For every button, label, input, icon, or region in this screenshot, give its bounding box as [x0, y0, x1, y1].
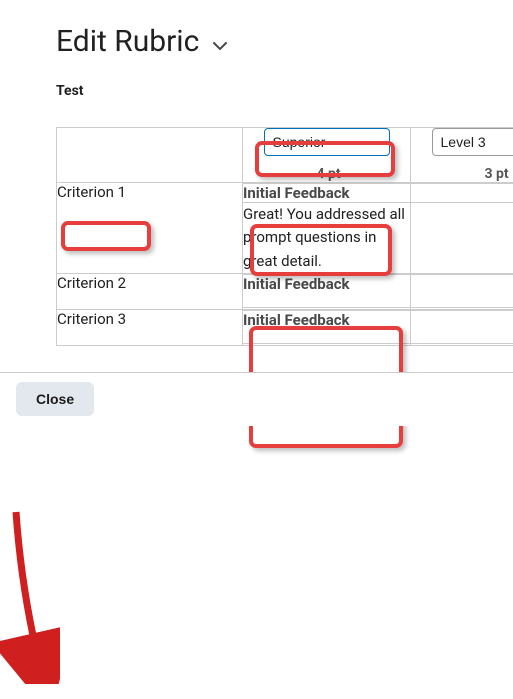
level-name-input-2[interactable]	[432, 128, 513, 156]
criterion-3-feedback-text-2[interactable]	[411, 344, 513, 346]
footer-bar: Close	[0, 372, 513, 426]
criterion-3-feedback-label-1: Initial Feedback	[243, 311, 411, 344]
level-header-1: 4 pt	[243, 128, 411, 183]
header-empty	[57, 128, 243, 183]
criterion-name-1: Criterion 1	[57, 183, 126, 201]
criterion-3-cell[interactable]: Criterion 3	[57, 309, 243, 345]
criterion-3-feedback-label-2	[411, 311, 513, 344]
criterion-1-feedback-label-1: Initial Feedback	[243, 184, 411, 203]
criterion-1-cell[interactable]: Criterion 1	[57, 183, 243, 274]
close-button[interactable]: Close	[16, 382, 94, 416]
level-header-2: 3 pt	[411, 128, 513, 183]
criterion-2-feedback-label-2	[411, 275, 513, 308]
criterion-1-feedback-label-2	[411, 184, 513, 203]
arrow-annotation	[0, 504, 60, 684]
criterion-3-feedback-text-1[interactable]	[243, 344, 411, 346]
criterion-2-feedback-label-1: Initial Feedback	[243, 275, 411, 308]
criterion-name-2: Criterion 2	[57, 274, 126, 292]
level-name-input-1[interactable]	[264, 128, 390, 156]
chevron-down-icon[interactable]	[213, 36, 227, 45]
criterion-name-3: Criterion 3	[57, 310, 126, 328]
rubric-name: Test	[56, 83, 457, 99]
page-title: Edit Rubric	[56, 24, 199, 59]
criterion-1-feedback-text-1[interactable]: Great! You addressed all prompt question…	[243, 203, 411, 274]
level-points-1: 4 pt	[247, 166, 410, 182]
criterion-2-cell[interactable]: Criterion 2	[57, 273, 243, 309]
criterion-1-feedback-text-2[interactable]	[411, 203, 513, 274]
rubric-table: 4 pt 3 pt Criterion 1 Initial Feedback G…	[56, 127, 513, 346]
level-points-2: 3 pt	[415, 166, 513, 182]
